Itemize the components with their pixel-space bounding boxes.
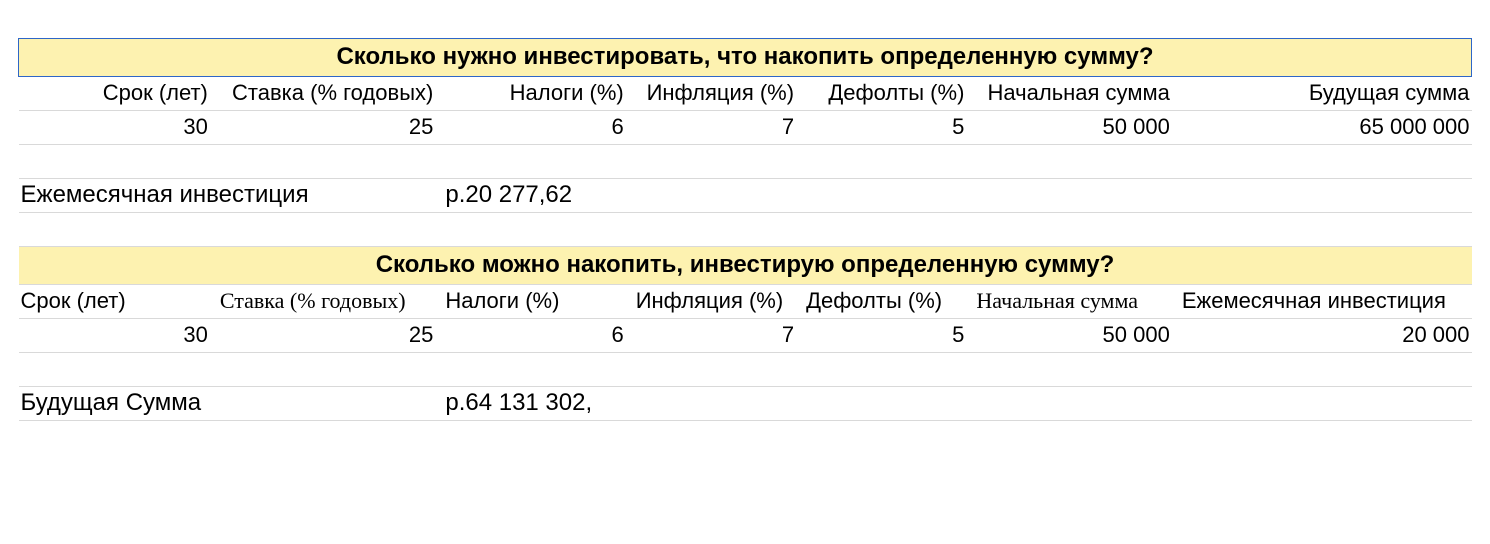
b2-val-defaults[interactable]: 5 [800,318,970,352]
b1-val-defaults[interactable]: 5 [800,110,970,144]
b1-val-future[interactable]: 65 000 000 [1176,110,1472,144]
b2-hdr-inflation: Инфляция (%) [630,284,800,318]
b2-hdr-term: Срок (лет) [19,284,214,318]
b2-result-value: р.64 131 302, [439,386,629,420]
b2-val-tax[interactable]: 6 [439,318,629,352]
b2-hdr-tax: Налоги (%) [439,284,629,318]
b1-hdr-rate: Ставка (% годовых) [214,76,439,110]
b2-val-term[interactable]: 30 [19,318,214,352]
b1-hdr-initial: Начальная сумма [970,76,1175,110]
b1-val-initial[interactable]: 50 000 [970,110,1175,144]
b2-val-initial[interactable]: 50 000 [970,318,1175,352]
b2-hdr-initial: Начальная сумма [970,284,1175,318]
b1-val-term[interactable]: 30 [19,110,214,144]
calculator-table: Сколько нужно инвестировать, что накопит… [18,0,1472,421]
b2-hdr-monthly: Ежемесячная инвестиция [1176,284,1472,318]
b2-result-label: Будущая Сумма [19,386,440,420]
b1-hdr-term: Срок (лет) [19,76,214,110]
b1-hdr-inflation: Инфляция (%) [630,76,800,110]
block1-title: Сколько нужно инвестировать, что накопит… [19,38,1472,76]
b1-hdr-future: Будущая сумма [1176,76,1472,110]
b1-val-inflation[interactable]: 7 [630,110,800,144]
b2-hdr-defaults: Дефолты (%) [800,284,970,318]
b2-hdr-rate: Ставка (% годовых) [214,284,439,318]
b1-result-value: р.20 277,62 [439,178,629,212]
b1-hdr-tax: Налоги (%) [439,76,629,110]
b2-val-inflation[interactable]: 7 [630,318,800,352]
block2-title: Сколько можно накопить, инвестирую опред… [19,246,1472,284]
b2-val-monthly[interactable]: 20 000 [1176,318,1472,352]
b1-val-tax[interactable]: 6 [439,110,629,144]
b1-result-label: Ежемесячная инвестиция [19,178,440,212]
b1-val-rate[interactable]: 25 [214,110,439,144]
b1-hdr-defaults: Дефолты (%) [800,76,970,110]
b2-val-rate[interactable]: 25 [214,318,439,352]
